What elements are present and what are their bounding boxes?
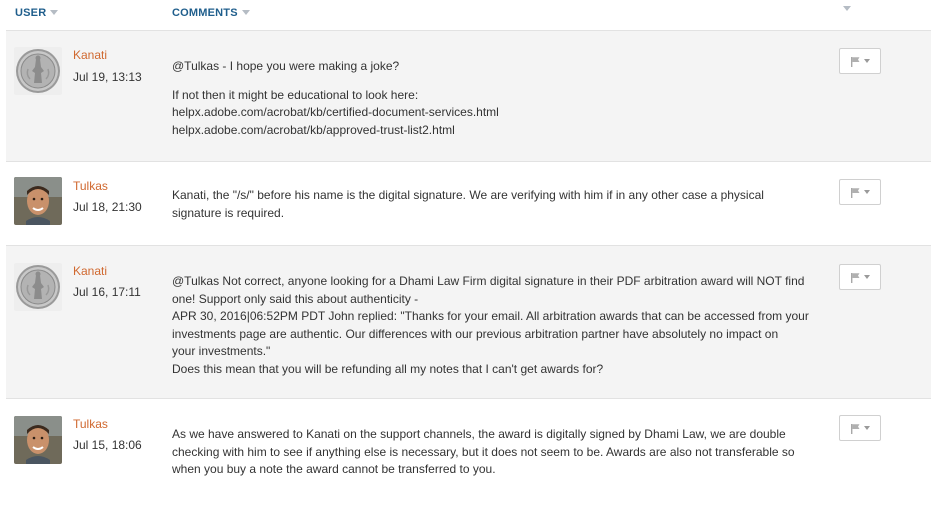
sort-by-user[interactable]: USER [15,7,59,19]
flag-comment-button[interactable] [839,415,881,441]
comments-column-label: COMMENTS [172,7,238,19]
username-link[interactable]: Tulkas [73,179,108,193]
comment-body: @Tulkas Not correct, anyone looking for … [172,273,832,378]
comment-timestamp: Jul 15, 18:06 [73,438,142,452]
sort-caret-icon [241,9,250,15]
comment-body: @Tulkas - I hope you were making a joke?… [172,58,832,139]
flag-comment-button[interactable] [839,48,881,74]
comment-line: As we have answered to Kanati on the sup… [172,427,786,441]
user-column-label: USER [15,7,47,19]
comment-body: As we have answered to Kanati on the sup… [172,426,832,479]
flag-icon [851,187,860,198]
sort-by-comments[interactable]: COMMENTS [172,7,250,19]
comments-table-header: USER COMMENTS [0,0,943,28]
sort-by-flag[interactable] [843,6,851,11]
dropdown-caret-icon [864,426,870,430]
comment-line: Kanati, the "/s/" before his name is the… [172,188,764,202]
sort-caret-icon [50,9,59,15]
comment-line: when you buy a note the award cannot be … [172,462,496,476]
person-avatar[interactable] [14,177,62,225]
username-link[interactable]: Tulkas [73,417,108,431]
flag-icon [851,423,860,434]
comment-line: helpx.adobe.com/acrobat/kb/approved-trus… [172,122,455,137]
comment-body: Kanati, the "/s/" before his name is the… [172,187,832,222]
flag-comment-button[interactable] [839,179,881,205]
comment-row: Tulkas Jul 15, 18:06 As we have answered t… [6,398,931,503]
flag-comment-button[interactable] [839,264,881,290]
comment-paragraph: As we have answered to Kanati on the sup… [172,426,832,479]
comment-line: investments page are authentic. Our diff… [172,326,779,341]
flag-icon [851,272,860,283]
comment-timestamp: Jul 16, 17:11 [73,285,141,299]
coin-avatar[interactable] [14,263,62,311]
comment-line: signature is required. [172,205,285,220]
comment-paragraph: @Tulkas Not correct, anyone looking for … [172,273,832,378]
comment-row: Kanati Jul 19, 13:13 @Tulkas - I hope you … [6,30,931,162]
comment-paragraph: If not then it might be educational to l… [172,87,832,140]
dropdown-caret-icon [864,275,870,279]
comment-line: @Tulkas - I hope you were making a joke? [172,59,400,73]
comment-line: one! Support only said this about authen… [172,291,419,306]
comment-row: Kanati Jul 16, 17:11 @Tulkas Not correct, … [6,245,931,399]
comment-line: checking with him to see if anything els… [172,444,795,459]
sort-caret-icon [843,6,851,11]
comment-line: APR 30, 2016|06:52PM PDT John replied: "… [172,309,809,323]
comment-line: If not then it might be educational to l… [172,87,419,102]
comment-paragraph: Kanati, the "/s/" before his name is the… [172,187,832,222]
flag-icon [851,56,860,67]
comment-line: Does this mean that you will be refundin… [172,361,604,376]
username-link[interactable]: Kanati [73,48,107,62]
comment-paragraph: @Tulkas - I hope you were making a joke? [172,58,832,76]
dropdown-caret-icon [864,190,870,194]
username-link[interactable]: Kanati [73,264,107,278]
comment-line: @Tulkas Not correct, anyone looking for … [172,274,805,288]
comment-timestamp: Jul 18, 21:30 [73,200,142,214]
comment-timestamp: Jul 19, 13:13 [73,70,142,84]
dropdown-caret-icon [864,59,870,63]
person-avatar[interactable] [14,416,62,464]
comment-row: Tulkas Jul 18, 21:30 Kanati, the "/s/" bef… [6,161,931,246]
coin-avatar[interactable] [14,47,62,95]
comment-line: your investments." [172,344,271,358]
comment-line: helpx.adobe.com/acrobat/kb/certified-doc… [172,105,499,119]
